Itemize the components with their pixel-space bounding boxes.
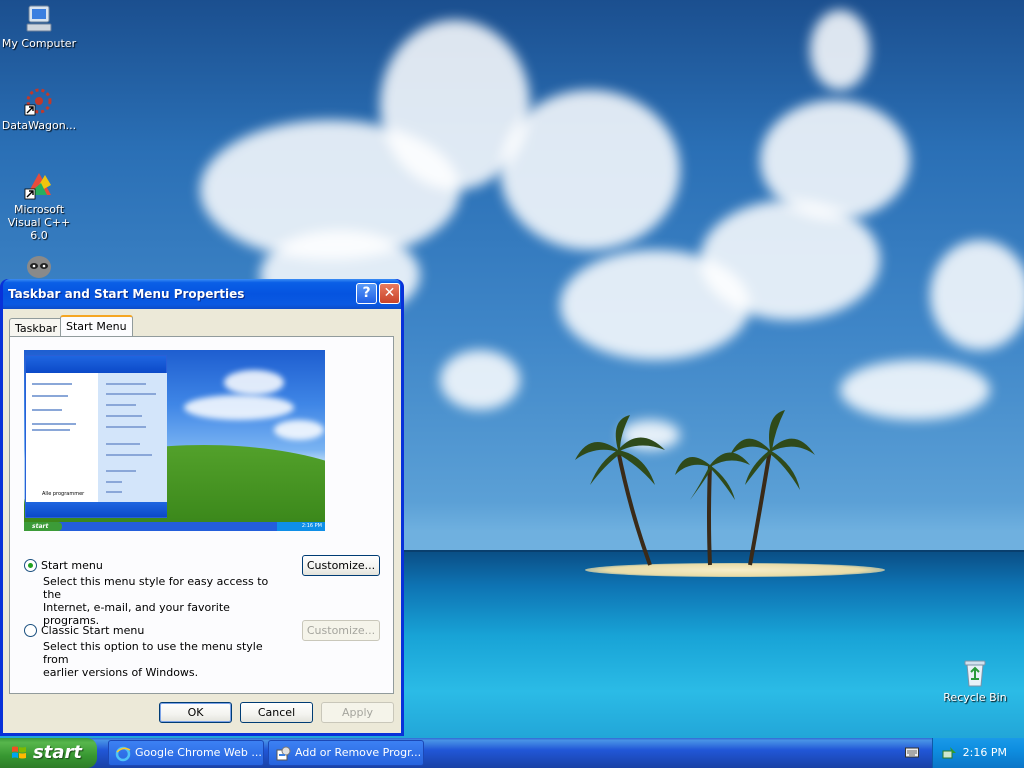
desktop-icon-datawagon[interactable]: DataWagon... bbox=[1, 85, 77, 132]
taskbar-item-add-remove-programs[interactable]: Add or Remove Progr... bbox=[268, 740, 424, 766]
desktop-icon-label: My Computer bbox=[1, 37, 77, 50]
taskbar-item-label: Add or Remove Progr... bbox=[295, 746, 422, 759]
recycle-bin-icon bbox=[964, 660, 986, 687]
keyboard-icon[interactable] bbox=[905, 746, 919, 758]
desktop-icon-raccoon[interactable] bbox=[1, 249, 77, 279]
description-line: earlier versions of Windows. bbox=[43, 666, 199, 679]
apply-button[interactable]: Apply bbox=[321, 702, 394, 723]
preview-all-programs: Alle programmer bbox=[42, 491, 85, 497]
ok-button[interactable]: OK bbox=[159, 702, 232, 723]
preview-start-button: start bbox=[24, 522, 62, 531]
add-remove-programs-icon bbox=[276, 746, 291, 761]
tab-taskbar[interactable]: Taskbar bbox=[9, 318, 63, 338]
desktop-icon-my-computer[interactable]: My Computer bbox=[1, 3, 77, 50]
start-menu-customize-button[interactable]: Customize... bbox=[302, 555, 380, 576]
network-tray-icon[interactable] bbox=[942, 745, 958, 761]
datawagon-icon bbox=[24, 88, 52, 116]
preview-start-menu: Alle programmer bbox=[25, 355, 167, 518]
my-computer-icon bbox=[26, 5, 52, 32]
desktop-icon-visual-cpp[interactable]: Microsoft Visual C++ 6.0 bbox=[1, 169, 77, 242]
desktop-icon-label: Recycle Bin bbox=[943, 691, 1007, 704]
classic-start-menu-radio-label[interactable]: Classic Start menu bbox=[41, 624, 144, 637]
window-title: Taskbar and Start Menu Properties bbox=[8, 287, 245, 301]
windows-flag-icon bbox=[12, 746, 26, 759]
title-bar[interactable]: Taskbar and Start Menu Properties ? ✕ bbox=[3, 279, 401, 309]
start-button[interactable]: start bbox=[0, 738, 97, 768]
classic-start-menu-description: Select this option to use the menu style… bbox=[43, 640, 283, 679]
description-line: Select this menu style for easy access t… bbox=[43, 575, 269, 601]
desktop-icon-label: DataWagon... bbox=[1, 119, 77, 132]
classic-start-menu-radio[interactable] bbox=[24, 624, 37, 637]
start-menu-radio-label[interactable]: Start menu bbox=[41, 559, 103, 572]
classic-customize-button[interactable]: Customize... bbox=[302, 620, 380, 641]
help-button[interactable]: ? bbox=[356, 283, 377, 304]
taskbar: start Google Chrome Web ... Add or Remov… bbox=[0, 738, 1024, 768]
start-label: start bbox=[33, 742, 82, 763]
taskbar-start-menu-properties-dialog: Taskbar and Start Menu Properties ? ✕ Ta… bbox=[0, 279, 404, 736]
desktop-icon-label: Microsoft Visual C++ 6.0 bbox=[7, 203, 71, 242]
clock[interactable]: 2:16 PM bbox=[963, 746, 1007, 759]
taskbar-item-label: Google Chrome Web ... bbox=[135, 746, 262, 759]
tab-start-menu[interactable]: Start Menu bbox=[60, 315, 133, 337]
raccoon-icon bbox=[27, 256, 51, 278]
dialog-client-area: Taskbar Start Menu Alle programmer start… bbox=[3, 309, 401, 733]
start-menu-description: Select this menu style for easy access t… bbox=[43, 575, 283, 627]
ie-icon bbox=[115, 746, 131, 762]
palm-trees bbox=[575, 410, 815, 566]
desktop-icon-recycle-bin[interactable]: Recycle Bin bbox=[937, 657, 1013, 704]
system-tray: 2:16 PM bbox=[932, 738, 1024, 768]
preview-clock: 2:16 PM bbox=[277, 522, 325, 531]
close-button[interactable]: ✕ bbox=[379, 283, 400, 304]
visual-cpp-icon bbox=[24, 173, 51, 200]
start-menu-radio[interactable] bbox=[24, 559, 37, 572]
description-line: Select this option to use the menu style… bbox=[43, 640, 263, 666]
taskbar-item-chrome[interactable]: Google Chrome Web ... bbox=[108, 740, 264, 766]
start-menu-preview: Alle programmer start 2:16 PM bbox=[24, 350, 325, 531]
cancel-button[interactable]: Cancel bbox=[240, 702, 313, 723]
start-menu-tab-panel: Alle programmer start 2:16 PM Start menu… bbox=[9, 336, 394, 694]
